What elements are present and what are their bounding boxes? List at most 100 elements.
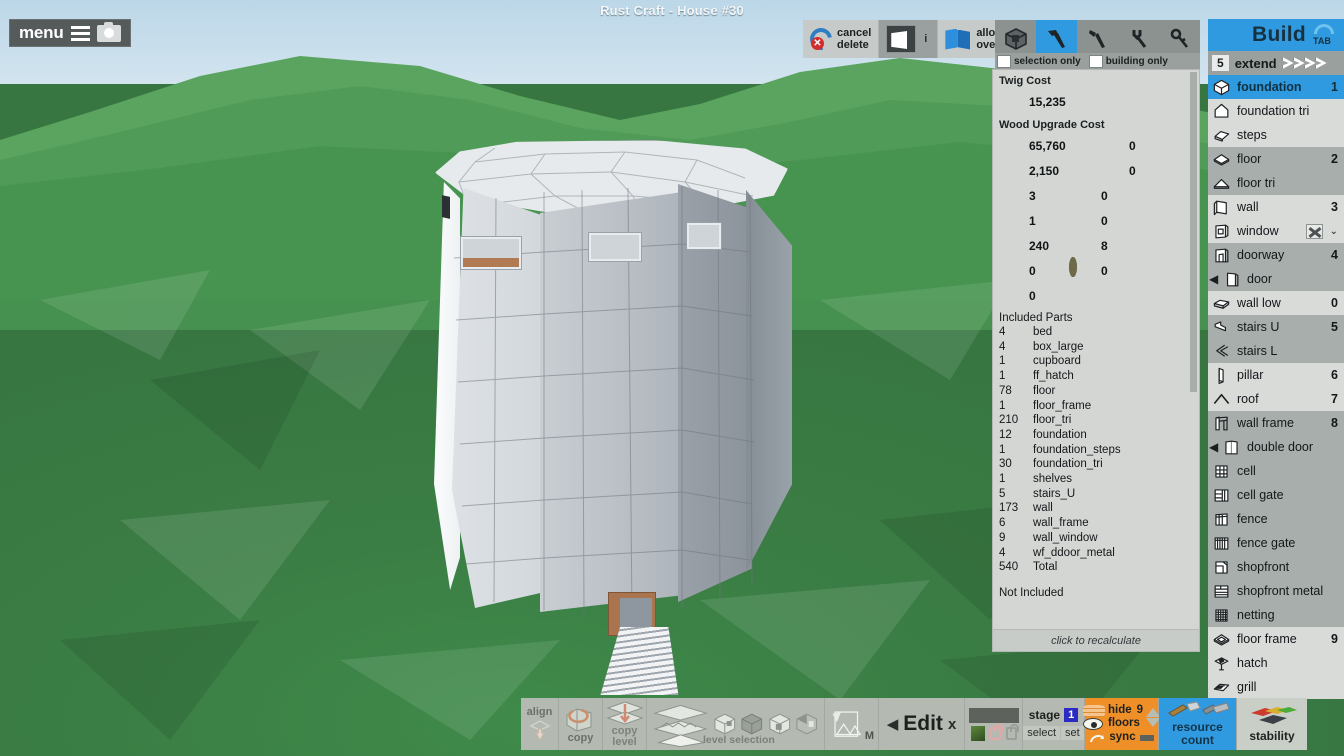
copy-button[interactable]: copy [559, 698, 603, 750]
build-item-foundation[interactable]: foundation 1 [1208, 75, 1344, 99]
build-item-shopfront-metal[interactable]: shopfront metal [1208, 579, 1344, 603]
build-item-label: wall frame [1237, 416, 1294, 430]
resource-item: 1 [997, 208, 1069, 233]
edit-panel-toggle[interactable]: ◀ Edit x [879, 698, 965, 750]
resource-count-button[interactable]: resource count [1159, 698, 1237, 750]
build-item-wall[interactable]: wall 3 [1208, 195, 1344, 219]
door-view-button[interactable]: i [879, 20, 939, 58]
part-count: 4 [999, 340, 1006, 353]
align-button[interactable]: align [521, 698, 559, 750]
build-item-hotkey: 3 [1331, 200, 1338, 214]
extend-row[interactable]: 5 extend [1208, 51, 1344, 75]
level-selection-group[interactable]: level selection [647, 698, 825, 750]
level-cube-4-icon[interactable] [794, 711, 820, 737]
window-variant-badge[interactable] [1305, 223, 1323, 239]
menu-button[interactable]: menu [9, 19, 131, 47]
build-item-shopfront[interactable]: shopfront [1208, 555, 1344, 579]
stairs-l-icon [1212, 342, 1231, 361]
build-item-grill[interactable]: grill [1208, 675, 1344, 699]
window-pane [460, 236, 522, 270]
build-item-cell[interactable]: cell [1208, 459, 1344, 483]
lock-icon[interactable] [1005, 723, 1019, 740]
chevron-down-icon[interactable]: ⌄ [1330, 226, 1338, 237]
color-swatch[interactable] [968, 707, 1019, 723]
m-label: M [864, 730, 874, 742]
build-item-hotkey: 7 [1331, 392, 1338, 406]
build-item-fence-gate[interactable]: fence gate [1208, 531, 1344, 555]
paint-bucket-icon[interactable] [970, 725, 985, 741]
build-item-hatch[interactable]: hatch [1208, 651, 1344, 675]
cost-panel-scrollbar[interactable] [1190, 72, 1197, 392]
build-item-steps[interactable]: steps [1208, 123, 1344, 147]
build-item-fence[interactable]: fence [1208, 507, 1344, 531]
build-item-stairs-U[interactable]: stairs U 5 [1208, 315, 1344, 339]
part-count: 12 [999, 428, 1012, 441]
selection-only-label: selection only [1014, 55, 1081, 67]
build-item-doorway[interactable]: doorway 4 [1208, 243, 1344, 267]
cost-panel[interactable]: Twig Cost 15,235 Wood Upgrade Cost 65,76… [992, 69, 1200, 652]
part-count: 6 [999, 517, 1006, 530]
build-item-door[interactable]: ◀ door [1208, 267, 1344, 291]
build-item-floor[interactable]: floor 2 [1208, 147, 1344, 171]
unlock-icon[interactable] [989, 723, 1003, 740]
build-item-hotkey: 9 [1331, 632, 1338, 646]
stage-select-button[interactable]: select [1023, 726, 1061, 740]
wall-low-icon [1212, 294, 1231, 313]
build-item-foundation-tri[interactable]: foundation tri [1208, 99, 1344, 123]
bottom-toolbar: align copy copy level level selection M … [521, 698, 1307, 750]
edit-close-button[interactable]: x [948, 716, 956, 733]
part-name: floor_tri [1033, 414, 1072, 427]
build-item-pillar[interactable]: pillar 6 [1208, 363, 1344, 387]
build-item-hotkey: 8 [1331, 416, 1338, 430]
building-only-checkbox[interactable] [1088, 54, 1103, 68]
extend-arrows-icon[interactable] [1282, 57, 1327, 69]
recalculate-button[interactable]: click to recalculate [993, 629, 1199, 651]
collapse-arrow-icon[interactable]: ◀ [887, 715, 899, 733]
expand-arrow-icon[interactable]: ◀ [1209, 441, 1218, 453]
resource-value: 0 [1101, 213, 1108, 228]
building-only-label: building only [1105, 55, 1168, 67]
build-item-hotkey: 5 [1331, 320, 1338, 334]
build-item-wall-low[interactable]: wall low 0 [1208, 291, 1344, 315]
hide-floors-stop-button[interactable] [1139, 734, 1154, 741]
stage-set-button[interactable]: set [1061, 726, 1084, 740]
build-item-wall-frame[interactable]: wall frame 8 [1208, 411, 1344, 435]
sync-label[interactable]: sync [1109, 731, 1135, 744]
part-name: Total [1033, 561, 1058, 574]
build-item-hotkey: 0 [1331, 296, 1338, 310]
resource-value: 0 [1129, 163, 1136, 178]
hide-floors-group[interactable]: hide 9 floors sync [1082, 698, 1161, 750]
building-model[interactable] [432, 140, 792, 660]
build-item-floor-tri[interactable]: floor tri [1208, 171, 1344, 195]
top-toolbar: ✕ cancel delete i allow overlap [803, 20, 1024, 58]
build-item-roof[interactable]: roof 7 [1208, 387, 1344, 411]
cancel-delete-button[interactable]: ✕ cancel delete [803, 20, 880, 58]
expand-arrow-icon[interactable]: ◀ [1209, 273, 1218, 285]
build-item-label: floor tri [1237, 176, 1276, 190]
hamburger-icon[interactable] [70, 25, 90, 41]
eye-icon[interactable] [1082, 717, 1103, 730]
build-item-floor-frame[interactable]: floor frame 9 [1208, 627, 1344, 651]
hide-floors-up-button[interactable] [1146, 707, 1161, 717]
included-parts-title: Included Parts [999, 312, 1073, 324]
build-item-cell-gate[interactable]: cell gate [1208, 483, 1344, 507]
selection-only-checkbox[interactable] [997, 54, 1011, 68]
floor-tri-icon [1212, 174, 1231, 193]
build-panel[interactable]: Build TAB 5 extend foundation 1 foundation… [1208, 19, 1344, 699]
copy-level-button[interactable]: copy level [603, 698, 647, 750]
hide-floors-down-button[interactable] [1146, 717, 1161, 727]
wall-frame-icon [1212, 414, 1231, 433]
level-stack-icon [653, 704, 708, 747]
build-item-hotkey: 1 [1331, 80, 1338, 94]
build-item-netting[interactable]: netting [1208, 603, 1344, 627]
build-panel-header[interactable]: Build TAB [1208, 19, 1344, 51]
build-item-stairs-L[interactable]: stairs L [1208, 339, 1344, 363]
stage-group[interactable]: stage 1 select set [1023, 698, 1085, 750]
build-item-double-door[interactable]: ◀ double door [1208, 435, 1344, 459]
color-lock-group[interactable] [965, 698, 1023, 750]
build-item-window[interactable]: window ⌄ [1208, 219, 1344, 243]
camera-icon[interactable] [96, 21, 121, 42]
stability-button[interactable]: stability [1237, 698, 1307, 750]
m-tool-button[interactable]: M [825, 698, 879, 750]
part-row: 12 foundation [999, 428, 1199, 443]
